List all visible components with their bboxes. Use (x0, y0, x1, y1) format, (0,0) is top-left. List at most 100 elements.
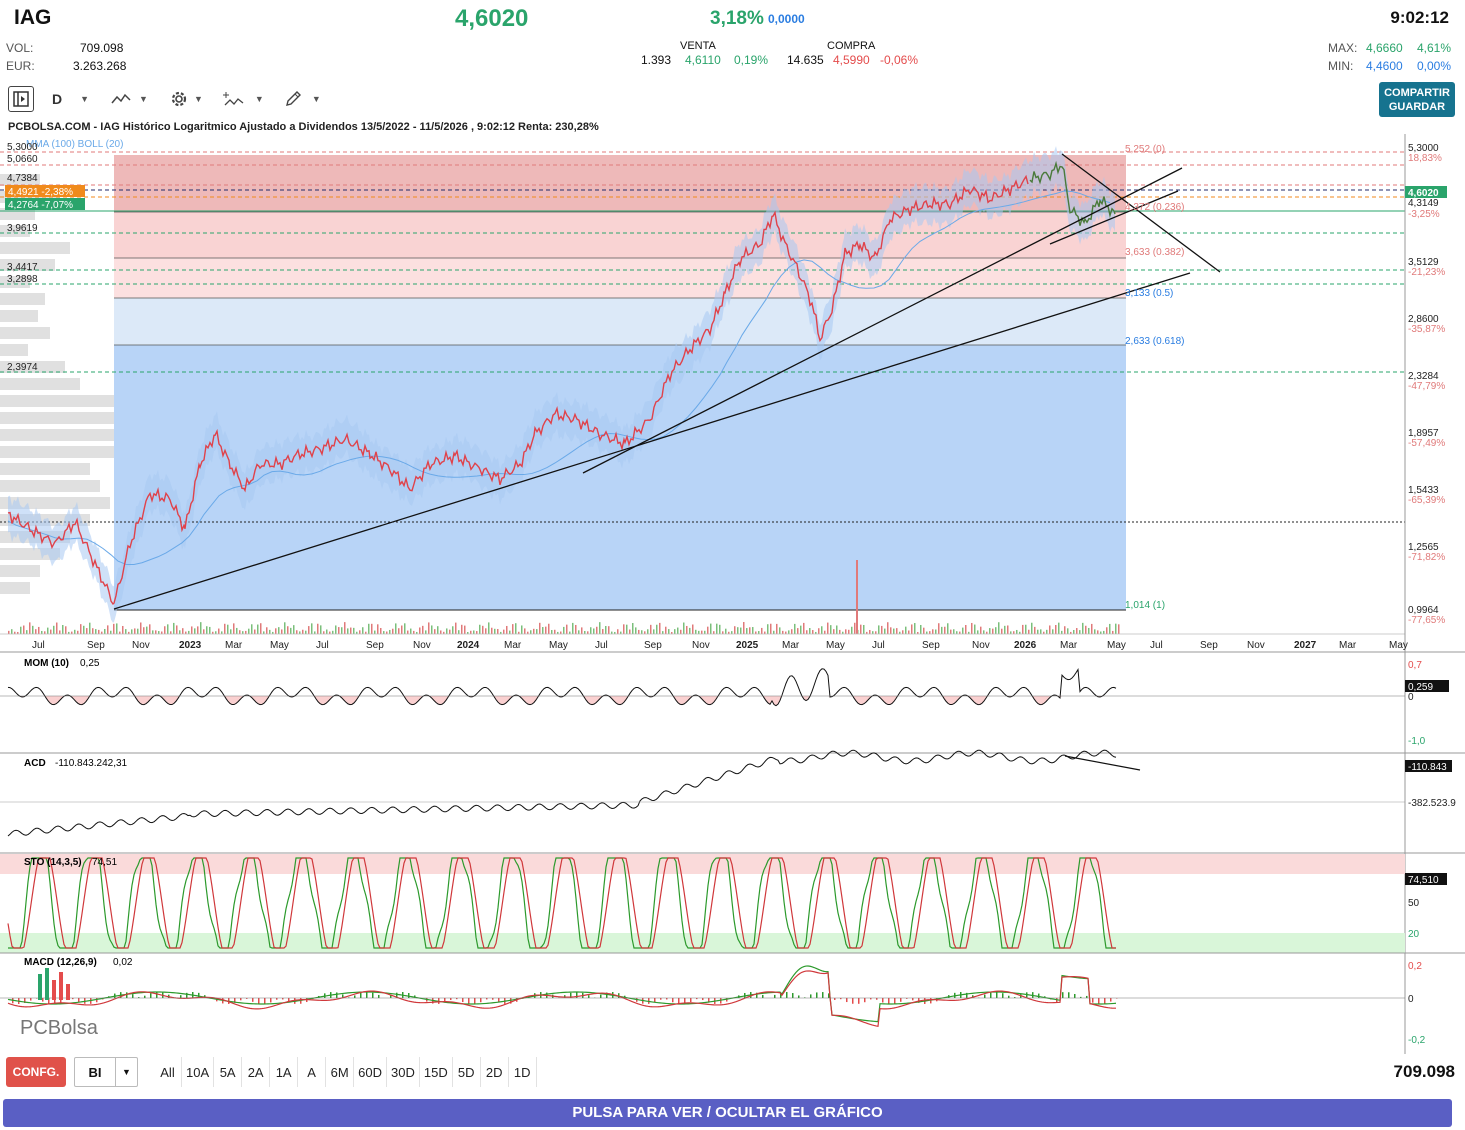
range-15d[interactable]: 15D (420, 1057, 453, 1087)
macd-signal-line (7, 970, 1117, 1028)
settings-button[interactable]: ▼ (168, 86, 203, 112)
period-value: D (52, 91, 63, 107)
chart-type-button[interactable]: ▼ (111, 86, 148, 112)
min-value: 4,4600 (1366, 59, 1403, 73)
gear-icon (171, 91, 187, 107)
fib-labels: 5,252 (0) 4,372 (0.236) 3,633 (0.382) 3,… (1125, 144, 1185, 611)
svg-text:-0,2: -0,2 (1408, 1035, 1426, 1046)
range-6m[interactable]: 6M (326, 1057, 355, 1087)
range-60d[interactable]: 60D (354, 1057, 387, 1087)
svg-text:Sep: Sep (87, 640, 105, 651)
svg-text:2,633 (0.618): 2,633 (0.618) (1125, 336, 1185, 347)
svg-text:Mar: Mar (225, 640, 243, 651)
svg-text:2024: 2024 (457, 640, 480, 651)
chart-canvas[interactable]: MMA (100) BOLL (20) 5,3000 5,0660 4,7384… (0, 134, 1465, 1054)
svg-text:-3,25%: -3,25% (1408, 209, 1440, 220)
volume-row: VOL: (6, 41, 33, 55)
range-a[interactable]: A (298, 1057, 327, 1087)
current-price-tag-text: 4,6020 (1408, 188, 1439, 199)
pencil-icon (285, 91, 301, 106)
chevron-down-icon: ▼ (115, 1058, 137, 1086)
svg-text:4,3149: 4,3149 (1408, 198, 1439, 209)
save-label: GUARDAR (1388, 101, 1446, 113)
x-axis-labels: Jul Sep Nov 2023 Mar May Jul Sep Nov 2024 Mar May Ju… (32, 640, 1408, 651)
vol-label: VOL: (6, 41, 34, 55)
toggle-chart-button[interactable]: PULSA PARA VER / OCULTAR EL GRÁFICO (3, 1099, 1452, 1127)
range-5a[interactable]: 5A (214, 1057, 243, 1087)
range-5d[interactable]: 5D (453, 1057, 481, 1087)
chevron-down-icon: ▼ (311, 94, 321, 104)
chevron-down-icon: ▼ (139, 94, 148, 104)
mode-value: BI (88, 1064, 102, 1080)
svg-text:-21,23%: -21,23% (1408, 267, 1445, 278)
svg-text:Sep: Sep (644, 640, 662, 651)
svg-text:Nov: Nov (132, 640, 150, 651)
mom-label: MOM (10) (24, 658, 69, 669)
indicators-button[interactable]: ▼ (222, 86, 264, 112)
mode-select[interactable]: BI ▼ (74, 1057, 138, 1087)
macd-value: 0,02 (113, 957, 133, 968)
svg-text:0: 0 (1408, 994, 1414, 1005)
svg-text:-382.523.9: -382.523.9 (1408, 798, 1456, 809)
svg-text:Jul: Jul (1150, 640, 1163, 651)
svg-text:Nov: Nov (692, 640, 710, 651)
range-10a[interactable]: 10A (182, 1057, 215, 1087)
svg-text:5,0660: 5,0660 (7, 154, 38, 165)
logo-text: PCBolsa (20, 1017, 99, 1039)
max-label: MAX: (1328, 41, 1358, 55)
acd-label: ACD (24, 758, 46, 769)
svg-text:-65,39%: -65,39% (1408, 495, 1445, 506)
svg-text:Nov: Nov (413, 640, 431, 651)
svg-text:3,9619: 3,9619 (7, 223, 38, 234)
range-1a[interactable]: 1A (270, 1057, 299, 1087)
svg-text:Sep: Sep (922, 640, 940, 651)
change-percent: 3,18% (710, 8, 764, 29)
svg-text:Mar: Mar (1339, 640, 1357, 651)
svg-text:May: May (1389, 640, 1408, 651)
share-save-button[interactable]: COMPARTIR GUARDAR (1379, 82, 1455, 117)
quote-time: 9:02:12 (1390, 8, 1449, 27)
max-pct: 4,61% (1417, 41, 1452, 55)
svg-text:May: May (270, 640, 289, 651)
range-1d[interactable]: 1D (509, 1057, 537, 1087)
range-2d[interactable]: 2D (481, 1057, 509, 1087)
svg-text:-47,79%: -47,79% (1408, 381, 1445, 392)
svg-text:-71,82%: -71,82% (1408, 552, 1445, 563)
svg-text:3,633 (0.382): 3,633 (0.382) (1125, 247, 1185, 258)
change-absolute: 0,0000 (768, 12, 805, 26)
fib-zone-1 (114, 212, 1126, 258)
svg-text:Nov: Nov (1247, 640, 1265, 651)
svg-text:May: May (826, 640, 845, 651)
svg-text:5,252 (0): 5,252 (0) (1125, 144, 1165, 155)
volume-total: 709.098 (1393, 1062, 1455, 1081)
svg-text:-35,87%: -35,87% (1408, 324, 1445, 335)
vol-value: 709.098 (80, 41, 124, 55)
venta-pct: 0,19% (734, 53, 769, 67)
svg-text:Jul: Jul (32, 640, 45, 651)
line-chart-icon (111, 93, 131, 104)
compra-label: COMPRA (827, 40, 876, 52)
svg-text:2023: 2023 (179, 640, 202, 651)
sto-tag: 74,510 (1408, 875, 1439, 886)
svg-text:-57,49%: -57,49% (1408, 438, 1445, 449)
max-value: 4,6660 (1366, 41, 1403, 55)
chevron-down-icon: ▼ (80, 94, 90, 104)
svg-text:May: May (1107, 640, 1126, 651)
toggle-sidebar-button[interactable] (8, 86, 34, 112)
svg-text:2027: 2027 (1294, 640, 1317, 651)
compra-pct: -0,06% (880, 53, 919, 67)
drawing-tools-button[interactable]: ▼ (284, 86, 321, 112)
svg-text:May: May (549, 640, 568, 651)
config-button[interactable]: CONFG. (6, 1057, 66, 1087)
range-2a[interactable]: 2A (242, 1057, 271, 1087)
svg-text:Jul: Jul (872, 640, 885, 651)
chevron-down-icon: ▼ (254, 94, 264, 104)
svg-text:0: 0 (1408, 692, 1414, 703)
acd-tag: -110.843 (1408, 762, 1447, 773)
range-30d[interactable]: 30D (387, 1057, 420, 1087)
period-selector[interactable]: D ▼ (52, 86, 89, 112)
svg-text:Sep: Sep (1200, 640, 1218, 651)
range-all[interactable]: All (154, 1057, 182, 1087)
acd-value: -110.843.242,31 (55, 758, 128, 769)
svg-text:2026: 2026 (1014, 640, 1037, 651)
